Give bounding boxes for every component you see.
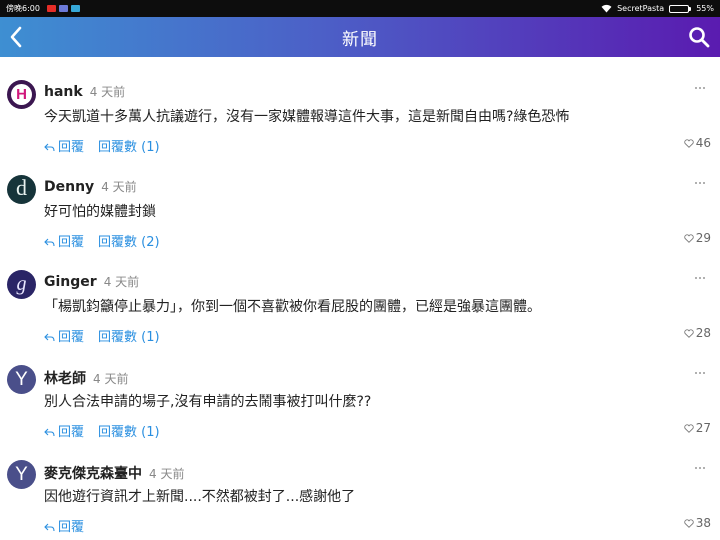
chevron-left-icon [10, 26, 22, 48]
battery-icon [669, 4, 692, 13]
comment-header: hank 4 天前 [44, 83, 125, 100]
comment-time: 4 天前 [103, 275, 140, 289]
like-button[interactable]: 27 [684, 421, 711, 435]
reply-button[interactable]: 回覆 [44, 516, 84, 535]
reply-icon [44, 238, 55, 246]
carrier-name: SecretPasta [617, 4, 665, 13]
avatar[interactable]: d [7, 175, 36, 204]
status-left: 傍晚6:00 [6, 3, 80, 14]
comment-header: Denny 4 天前 [44, 178, 137, 195]
like-button[interactable]: 29 [684, 231, 711, 245]
status-bar: 傍晚6:00 SecretPasta 55% [0, 0, 720, 17]
like-count: 46 [695, 136, 711, 150]
like-count: 29 [695, 231, 711, 245]
comment-feed: H hank 4 天前 今天凱道十多萬人抗議遊行，沒有一家媒體報導這件大事，這是… [0, 57, 720, 535]
comment-text: 好可怕的媒體封鎖 [44, 204, 156, 220]
comment-item: g Ginger 4 天前 「楊凱鈞籲停止暴力」，你到一個不喜歡被你看屁股的團體… [0, 247, 720, 345]
back-button[interactable] [4, 25, 28, 49]
comment-text: 今天凱道十多萬人抗議遊行，沒有一家媒體報導這件大事，這是新聞自由嗎?綠色恐怖 [44, 109, 570, 125]
page-title: 新聞 [342, 29, 378, 50]
like-count: 28 [695, 326, 711, 340]
like-count: 38 [695, 516, 711, 530]
comment-author[interactable]: 麥克傑克森臺中 [44, 463, 142, 483]
heart-icon [684, 138, 694, 148]
search-icon [689, 27, 710, 48]
avatar-letter: H [16, 86, 27, 103]
app-bar: 新聞 [0, 17, 720, 57]
more-options-icon[interactable] [694, 181, 706, 185]
status-time: 傍晚6:00 [6, 4, 40, 13]
like-button[interactable]: 28 [684, 326, 711, 340]
reply-icon [44, 333, 55, 341]
comment-author[interactable]: 林老師 [44, 368, 86, 388]
search-button[interactable] [686, 24, 712, 50]
more-options-icon[interactable] [694, 466, 706, 470]
app-notification-icon [58, 5, 68, 12]
more-options-icon[interactable] [694, 86, 706, 90]
reply-icon [44, 428, 55, 436]
like-button[interactable]: 38 [684, 516, 711, 530]
more-options-icon[interactable] [694, 276, 706, 280]
comment-header: Ginger 4 天前 [44, 273, 139, 290]
avatar-letter: Y [15, 463, 28, 485]
comment-actions: 回覆 [44, 516, 84, 535]
youtube-notification-icon [46, 5, 56, 12]
reply-label: 回覆 [58, 520, 85, 535]
status-right: SecretPasta 55% [601, 4, 714, 13]
comment-author[interactable]: Denny [44, 179, 94, 195]
avatar-letter: d [16, 175, 27, 200]
avatar[interactable]: g [7, 270, 36, 299]
comment-text: 別人合法申請的場子,沒有申請的去鬧事被打叫什麼?? [44, 394, 372, 410]
like-button[interactable]: 46 [684, 136, 711, 150]
comment-author[interactable]: hank [44, 84, 83, 100]
more-options-icon[interactable] [694, 371, 706, 375]
comment-header: 麥克傑克森臺中 4 天前 [44, 463, 184, 483]
comment-time: 4 天前 [93, 372, 129, 386]
avatar[interactable]: Y [7, 460, 36, 489]
comment-time: 4 天前 [101, 180, 137, 194]
heart-icon [684, 328, 694, 338]
heart-icon [684, 233, 694, 243]
comment-header: 林老師 4 天前 [44, 368, 128, 388]
comment-item: Y 林老師 4 天前 別人合法申請的場子,沒有申請的去鬧事被打叫什麼?? 回覆 … [0, 342, 720, 440]
wifi-icon [601, 4, 612, 13]
comment-item: Y 麥克傑克森臺中 4 天前 因他遊行資訊才上新聞....不然都被封了...感謝… [0, 437, 720, 535]
comment-text: 因他遊行資訊才上新聞....不然都被封了...感謝他了 [44, 489, 356, 505]
comment-item: d Denny 4 天前 好可怕的媒體封鎖 回覆 回覆數 (2) 29 [0, 152, 720, 250]
avatar-letter: Y [15, 368, 28, 390]
comment-time: 4 天前 [149, 467, 185, 481]
comment-item: H hank 4 天前 今天凱道十多萬人抗議遊行，沒有一家媒體報導這件大事，這是… [0, 57, 720, 155]
reply-icon [44, 143, 55, 151]
photo-notification-icon [70, 5, 80, 12]
comment-author[interactable]: Ginger [44, 274, 97, 290]
avatar[interactable]: Y [7, 365, 36, 394]
comment-time: 4 天前 [89, 85, 126, 99]
heart-icon [684, 518, 694, 528]
heart-icon [684, 423, 694, 433]
comment-text: 「楊凱鈞籲停止暴力」，你到一個不喜歡被你看屁股的團體，已經是強暴這團體。 [44, 299, 541, 315]
like-count: 27 [695, 421, 711, 435]
reply-icon [44, 523, 55, 531]
battery-percent: 55% [696, 4, 714, 13]
avatar[interactable]: H [7, 80, 36, 109]
avatar-letter: g [16, 273, 27, 295]
